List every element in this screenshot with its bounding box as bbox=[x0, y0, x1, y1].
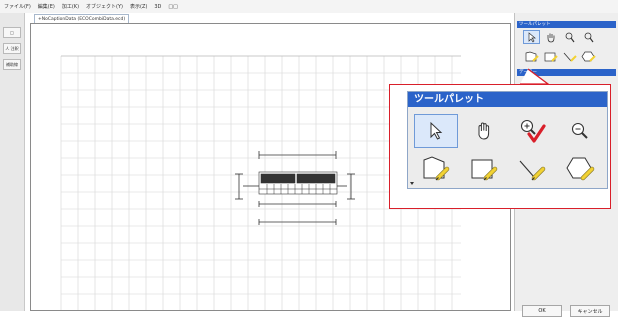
line-tool[interactable] bbox=[510, 151, 554, 185]
arrow-cursor-icon bbox=[430, 121, 443, 140]
rectangle-tool[interactable] bbox=[462, 151, 506, 185]
tool-palette-zoom: ツールパレット bbox=[407, 91, 608, 189]
zoom-out-tool[interactable] bbox=[558, 114, 602, 148]
zoom-in-tool[interactable] bbox=[510, 114, 554, 148]
hexagon-pencil-icon bbox=[566, 157, 595, 181]
tool-palette-title: ツールパレット bbox=[408, 92, 607, 107]
polygon-room-tool[interactable] bbox=[414, 151, 458, 185]
zoom-out-icon bbox=[571, 122, 588, 139]
hand-tool[interactable] bbox=[462, 114, 506, 148]
rectangle-pencil-icon bbox=[471, 159, 498, 181]
line-pencil-icon bbox=[519, 160, 546, 181]
hexagon-tool[interactable] bbox=[558, 151, 602, 185]
select-tool[interactable] bbox=[414, 114, 458, 148]
zoom-in-icon bbox=[520, 119, 546, 143]
hand-icon bbox=[478, 122, 490, 140]
dropdown-arrow-icon[interactable] bbox=[410, 182, 415, 186]
polygon-pencil-icon bbox=[423, 156, 450, 181]
